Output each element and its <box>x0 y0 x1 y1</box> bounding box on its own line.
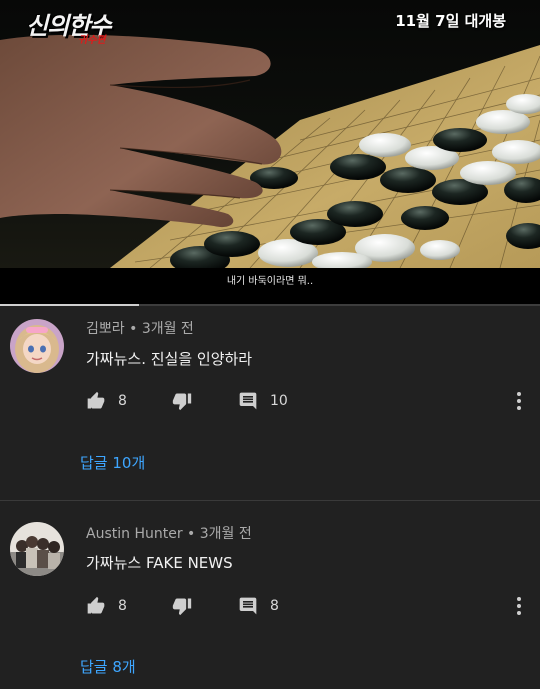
comment-item: 김뽀라 • 3개월 전 가짜뉴스. 진실을 인양하라 8 10 답글 10개 <box>0 306 540 501</box>
meta-separator: • <box>129 321 142 337</box>
thumbs-down-icon <box>172 393 192 411</box>
comment-meta: Austin Hunter • 3개월 전 <box>86 523 252 543</box>
comment-text: 가짜뉴스. 진실을 인양하라 <box>86 350 253 368</box>
reply-button[interactable]: 8 <box>238 594 279 618</box>
dislike-button[interactable] <box>172 389 192 413</box>
movie-logo-subtitle: 귀수편 <box>78 35 106 46</box>
comment-time: 3개월 전 <box>141 321 194 337</box>
like-count: 8 <box>118 393 127 409</box>
more-vertical-icon[interactable] <box>514 596 524 616</box>
reply-count: 10 <box>270 393 288 409</box>
video-player[interactable]: 신의한수 귀수편 11월 7일 대개봉 내기 바둑이라면 뭐.. <box>0 0 540 306</box>
comment-icon <box>239 597 257 615</box>
video-subtitle: 내기 바둑이라면 뭐.. <box>226 276 314 287</box>
like-button[interactable]: 8 <box>86 389 127 413</box>
comment-actions: 8 8 <box>86 594 526 618</box>
reply-count: 8 <box>270 598 279 614</box>
avatar[interactable] <box>10 522 64 576</box>
comment-author[interactable]: Austin Hunter <box>86 526 183 542</box>
comment-actions: 8 10 <box>86 389 526 413</box>
like-count: 8 <box>118 598 127 614</box>
comment-author[interactable]: 김뽀라 <box>86 321 125 337</box>
thumbs-up-icon <box>87 596 105 614</box>
like-button[interactable]: 8 <box>86 594 127 618</box>
more-vertical-icon[interactable] <box>514 391 524 411</box>
comment-meta: 김뽀라 • 3개월 전 <box>86 318 194 338</box>
comment-item: Austin Hunter • 3개월 전 가짜뉴스 FAKE NEWS 8 8… <box>0 501 540 689</box>
thumbs-down-icon <box>172 598 192 616</box>
comment-icon <box>239 392 257 410</box>
view-replies-link[interactable]: 답글 10개 <box>80 452 145 473</box>
reply-button[interactable]: 10 <box>238 389 288 413</box>
thumbs-up-icon <box>87 391 105 409</box>
meta-separator: • <box>187 526 200 542</box>
view-replies-link[interactable]: 답글 8개 <box>80 656 136 677</box>
dislike-button[interactable] <box>172 594 192 618</box>
comment-time: 3개월 전 <box>199 526 252 542</box>
avatar[interactable] <box>10 319 64 373</box>
release-date-text: 11월 7일 대개봉 <box>395 12 506 30</box>
comment-text: 가짜뉴스 FAKE NEWS <box>86 554 233 572</box>
